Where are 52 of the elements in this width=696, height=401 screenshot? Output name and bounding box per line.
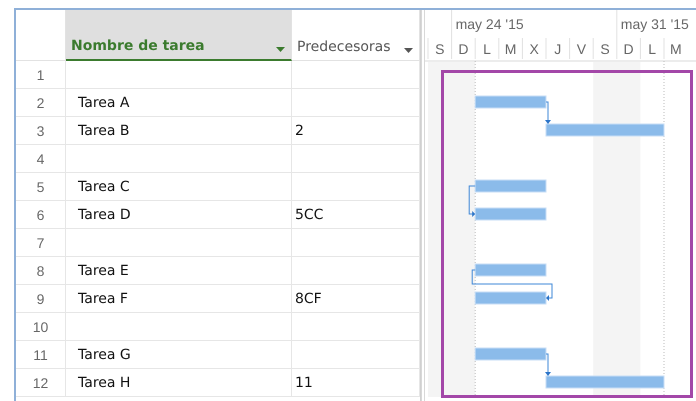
gantt-bar (474, 264, 546, 276)
predecessor-cell: 11 (292, 369, 420, 397)
column-header[interactable]: Predecesoras (292, 10, 420, 61)
day-label: M (670, 41, 682, 57)
task-name: Tarea A (66, 89, 292, 117)
day-label: L (648, 41, 656, 57)
gantt-bar (474, 348, 546, 360)
row-number: 3 (16, 117, 66, 145)
task-name: Tarea F (66, 285, 292, 313)
row-number: 9 (16, 285, 66, 313)
task-name: Tarea E (66, 257, 292, 285)
gantt-bar (474, 96, 546, 108)
column-header[interactable]: Nombre de tarea (66, 10, 292, 61)
day-label: D (624, 41, 634, 57)
day-label: S (435, 41, 444, 57)
dropdown-caret-icon[interactable] (276, 47, 285, 54)
week-label: may 24 '15 (456, 16, 524, 32)
gantt-bar (474, 208, 546, 220)
predecessor-cell: 8CF (292, 285, 420, 313)
task-name: Tarea G (66, 341, 292, 369)
link-arrow (545, 102, 551, 124)
predecessor-cell: 2 (292, 117, 420, 145)
link-arrow (545, 354, 551, 376)
dropdown-caret-icon[interactable] (404, 48, 413, 55)
day-label: X (530, 41, 539, 57)
day-label: S (600, 41, 610, 57)
day-label: M (504, 41, 516, 57)
row-number: 5 (16, 173, 66, 201)
row-number: 11 (16, 341, 66, 369)
column-title: Predecesoras (297, 39, 391, 55)
row-number: 1 (16, 61, 66, 89)
week-label: may 31 '15 (620, 16, 689, 32)
link-arrow (468, 186, 476, 217)
row-number: 4 (16, 145, 66, 173)
day-label: V (576, 41, 586, 57)
gantt-bar (474, 180, 546, 192)
row-number: 6 (16, 201, 66, 229)
task-name: Tarea C (66, 173, 292, 201)
row-number: 12 (16, 369, 66, 397)
row-number: 10 (16, 313, 66, 341)
day-label: D (458, 41, 468, 57)
task-name: Tarea D (66, 201, 292, 229)
day-label: J (554, 41, 562, 57)
task-name: Tarea H (66, 369, 292, 397)
column-title: Nombre de tarea (71, 38, 205, 54)
task-name: Tarea B (66, 117, 292, 145)
day-label: L (483, 41, 491, 57)
row-number: 2 (16, 89, 66, 117)
row-number: 8 (16, 257, 66, 285)
row-number: 7 (16, 229, 66, 257)
gantt-bar (474, 292, 546, 304)
predecessor-cell: 5CC (292, 201, 420, 229)
